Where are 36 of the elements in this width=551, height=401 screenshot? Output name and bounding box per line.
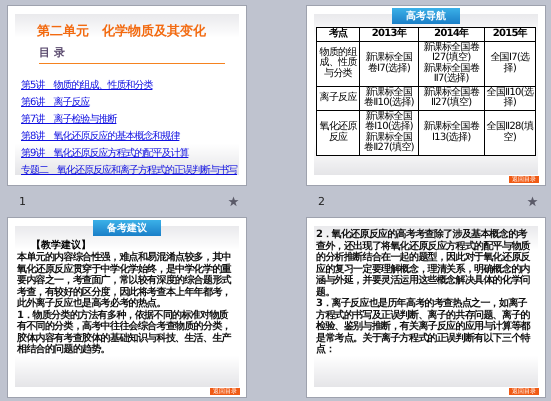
- slide-subtitle: 目 录: [39, 45, 225, 64]
- table-cell: 新课标全国卷Ⅰ13(选择): [418, 110, 484, 155]
- slide-thumbnail[interactable]: [7, 217, 247, 398]
- table-cell: 全国Ⅱ28(填空): [484, 110, 536, 155]
- slide-title: 第二单元 化学物质及其变化: [37, 22, 207, 40]
- section-badge: 备考建议: [93, 220, 161, 236]
- section-badge: 高考导航: [392, 8, 460, 24]
- table-cell: 全国Ⅱ10(选择): [484, 86, 536, 110]
- table-cell: 新课标全国卷Ⅱ27(填空): [418, 86, 484, 110]
- table-cell: 新课标全国卷Ⅰ27(填空) 新课标全国卷Ⅱ7(选择): [418, 41, 484, 86]
- table-header: 2013年: [360, 28, 418, 41]
- chapter-link[interactable]: 专题二 氧化还原反应和离子方程式的正误判断与书写: [21, 163, 237, 177]
- chapter-link[interactable]: 第9讲 氧化还原反应方程式的配平及计算: [21, 146, 188, 160]
- table-cell: 新课标全国卷Ⅱ10(选择): [360, 86, 418, 110]
- slide-number: 1: [19, 195, 26, 208]
- table-cell: 离子反应: [316, 86, 360, 110]
- table-cell: 全国Ⅰ7(选择): [484, 41, 536, 86]
- table-header: 2015年: [484, 28, 536, 41]
- text-heading: 【教学建议】: [31, 238, 92, 251]
- slide-number: 2: [318, 195, 325, 208]
- table-cell: 新课标全国卷Ⅰ10(选择) 新课标全国卷Ⅱ27(填空): [360, 110, 418, 155]
- table-cell: 新课标全国卷Ⅰ7(选择): [360, 41, 418, 86]
- table-cell: 物质的组成、性质与分类: [316, 41, 360, 86]
- table-cell: 氧化还原反应: [316, 110, 360, 155]
- paragraph: 本单元的内容综合性强，难点和易混淆点较多，其中氧化还原反应贯穿于中学化学始终，是中学化学的重要内容之一，考查面广，常以较有深度的综合题形式考查，有较好的区分度，因此将考查本上年年都考，此外离子反应也是高考必考的热点。: [17, 252, 232, 309]
- chapter-link[interactable]: 第6讲 离子反应: [21, 95, 90, 109]
- chapter-link[interactable]: 第8讲 氧化还原反应的基本概念和规律: [21, 129, 180, 143]
- table-header: 考点: [316, 28, 360, 41]
- paragraph: 3．离子反应也是历年高考的考查热点之一，如离子方程式的书写及正误判断、离子的共存问题、离子的检验、鉴别与推断，有关离子反应的应用与计算等都是常考点。关于离子方程式的正误判断有以下三个特点：: [316, 298, 532, 356]
- chapter-link[interactable]: 第5讲 物质的组成、性质和分类: [21, 78, 152, 92]
- slide-thumbnail[interactable]: 第二单元 化学物质及其变化 目 录 第5讲 物质的组成、性质和分类 第6讲 离子反应 第7讲 离子检验与推断 第8讲 氧化还原反应的基本概念和规律 第9讲 氧化还原反应方程式的配平及计算 专题二 氧化还原反应和离子方程式的正误判断与书写: [7, 5, 247, 186]
- paragraph: 1．物质分类的方法有多种，依据不同的标准对物质有不同的分类，高考中往往会综合考查物质的分类，胶体内容有考查胶体的基础知识与科技、生活、生产相结合的问题的趋势。: [17, 310, 232, 356]
- chapter-link[interactable]: 第7讲 离子检验与推断: [21, 112, 116, 126]
- table-header: 2014年: [418, 28, 484, 41]
- paragraph: 2．氧化还原反应的高考考查除了涉及基本概念的考查外，还出现了将氧化还原反应方程式的配平与物质的分析推断结合在一起的题型，因此对于氧化还原反应的复习一定要理解概念，理清关系，明确概念的内涵与外延，并要灵活运用这些概念解决具体的化学问题。: [316, 229, 532, 298]
- slide-thumbnail[interactable]: [306, 217, 546, 398]
